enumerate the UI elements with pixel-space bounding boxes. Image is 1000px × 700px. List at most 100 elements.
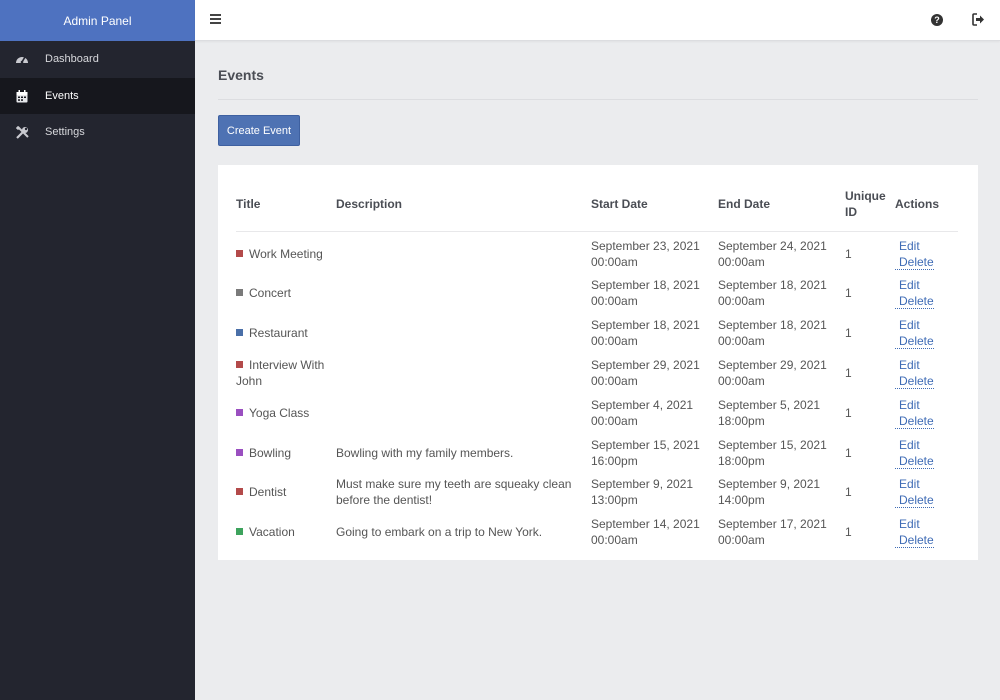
column-header-actions: Actions (895, 165, 958, 232)
event-start-time: 00:00am (591, 255, 638, 270)
sidebar-item-label: Dashboard (45, 53, 99, 65)
sidebar-item-settings[interactable]: Settings (0, 114, 195, 150)
event-end-time: 14:00pm (718, 493, 765, 508)
delete-link[interactable]: Delete (895, 374, 934, 389)
event-end-date: September 29, 2021 (718, 357, 827, 372)
event-color-swatch (236, 488, 243, 496)
event-start-date: September 14, 2021 (591, 517, 700, 532)
event-title-cell: Yoga Class (236, 392, 336, 432)
table-row: Restaurant September 18, 2021 00:00am Septe… (236, 313, 958, 353)
event-end-cell: September 18, 2021 00:00am (718, 273, 845, 313)
event-description (336, 313, 591, 353)
event-actions: Edit Delete (895, 392, 958, 432)
event-title-cell: Restaurant (236, 313, 336, 353)
table-row: Interview With John September 29, 2021 00:… (236, 353, 958, 393)
sidebar-item-dashboard[interactable]: Dashboard (0, 41, 195, 77)
event-color-swatch (236, 408, 243, 416)
delete-link[interactable]: Delete (895, 454, 934, 469)
event-start-cell: September 18, 2021 00:00am (591, 313, 718, 353)
sidebar-item-label: Events (45, 90, 79, 102)
event-start-cell: September 9, 2021 13:00pm (591, 472, 718, 512)
delete-link[interactable]: Delete (895, 414, 934, 429)
event-description (336, 231, 591, 273)
delete-link[interactable]: Delete (895, 255, 934, 271)
table-row: Work Meeting September 23, 2021 00:00am Sep… (236, 231, 958, 273)
event-color-swatch (236, 289, 243, 297)
event-end-time: 00:00am (718, 255, 765, 270)
event-color-swatch (236, 250, 243, 258)
column-header-end-date[interactable]: End Date (718, 165, 845, 232)
event-end-cell: September 18, 2021 00:00am (718, 313, 845, 353)
event-start-date: September 23, 2021 (591, 239, 700, 254)
delete-link[interactable]: Delete (895, 493, 934, 509)
event-description: Must make sure my teeth are squeaky clea… (336, 477, 572, 508)
event-end-date: September 24, 2021 (718, 239, 827, 254)
event-title: Restaurant (249, 326, 308, 341)
event-start-date: September 29, 2021 (591, 357, 700, 372)
column-header-unique-id[interactable]: Unique ID (845, 165, 895, 232)
event-end-date: September 18, 2021 (718, 318, 827, 333)
event-start-date: September 9, 2021 (591, 477, 694, 492)
delete-link[interactable]: Delete (895, 533, 934, 549)
dashboard-gauge-icon (15, 52, 29, 66)
event-start-cell: September 23, 2021 00:00am (591, 231, 718, 273)
table-row: Concert September 18, 2021 00:00am Septembe… (236, 273, 958, 313)
event-actions: Edit Delete (895, 313, 958, 353)
event-start-cell: September 18, 2021 00:00am (591, 273, 718, 313)
edit-link[interactable]: Edit (895, 476, 920, 492)
event-start-time: 13:00pm (591, 493, 638, 508)
event-color-swatch (236, 528, 243, 536)
event-title: Work Meeting (249, 247, 323, 262)
sidebar-item-events[interactable]: Events (0, 78, 195, 114)
event-unique-id: 1 (845, 286, 852, 301)
event-unique-id: 1 (845, 445, 852, 460)
edit-link[interactable]: Edit (895, 317, 920, 333)
delete-link[interactable]: Delete (895, 334, 934, 350)
sign-out-icon[interactable] (972, 13, 985, 26)
edit-link[interactable]: Edit (895, 357, 920, 373)
question-circle-icon[interactable]: ? (931, 14, 943, 26)
edit-link[interactable]: Edit (895, 437, 920, 453)
edit-link[interactable]: Edit (895, 277, 920, 293)
event-start-time: 00:00am (591, 373, 638, 388)
event-end-cell: September 17, 2021 00:00am (718, 512, 845, 552)
table-row: Yoga Class September 4, 2021 00:00am Septem… (236, 392, 958, 432)
top-bar: ? (195, 0, 1000, 41)
event-start-time: 00:00am (591, 533, 638, 548)
event-description: Bowling with my family members. (336, 445, 514, 460)
event-end-date: September 15, 2021 (718, 437, 827, 452)
event-title: Interview With John (236, 357, 325, 388)
column-header-start-date[interactable]: Start Date (591, 165, 718, 232)
edit-link[interactable]: Edit (895, 516, 920, 532)
event-start-date: September 15, 2021 (591, 437, 700, 452)
event-end-cell: September 29, 2021 00:00am (718, 353, 845, 393)
edit-link[interactable]: Edit (895, 397, 920, 413)
event-unique-id: 1 (845, 405, 852, 420)
event-unique-id: 1 (845, 365, 852, 380)
event-title-cell: Concert (236, 273, 336, 313)
event-end-time: 18:00pm (718, 453, 765, 468)
delete-link[interactable]: Delete (895, 294, 934, 310)
event-start-cell: September 4, 2021 00:00am (591, 392, 718, 432)
event-title: Yoga Class (249, 405, 310, 420)
event-title-cell: Dentist (236, 472, 336, 512)
event-title-cell: Work Meeting (236, 231, 336, 273)
events-table: Title Description Start Date End Date Un… (236, 165, 958, 552)
event-start-cell: September 14, 2021 00:00am (591, 512, 718, 552)
event-description (336, 273, 591, 313)
table-row: Dentist Must make sure my teeth are squea… (236, 472, 958, 512)
event-end-time: 00:00am (718, 533, 765, 548)
column-header-title[interactable]: Title (236, 165, 336, 232)
hamburger-menu-icon[interactable] (210, 14, 221, 26)
create-event-button[interactable]: Create Event (218, 115, 300, 146)
event-actions: Edit Delete (895, 432, 958, 472)
edit-link[interactable]: Edit (895, 238, 920, 254)
column-header-description[interactable]: Description (336, 165, 591, 232)
sidebar-item-label: Settings (45, 126, 85, 138)
event-title-cell: Bowling (236, 432, 336, 472)
event-title: Concert (249, 286, 292, 301)
brand-title[interactable]: Admin Panel (0, 0, 195, 41)
event-end-time: 18:00pm (718, 413, 765, 428)
event-start-date: September 18, 2021 (591, 318, 700, 333)
event-end-time: 00:00am (718, 294, 765, 309)
